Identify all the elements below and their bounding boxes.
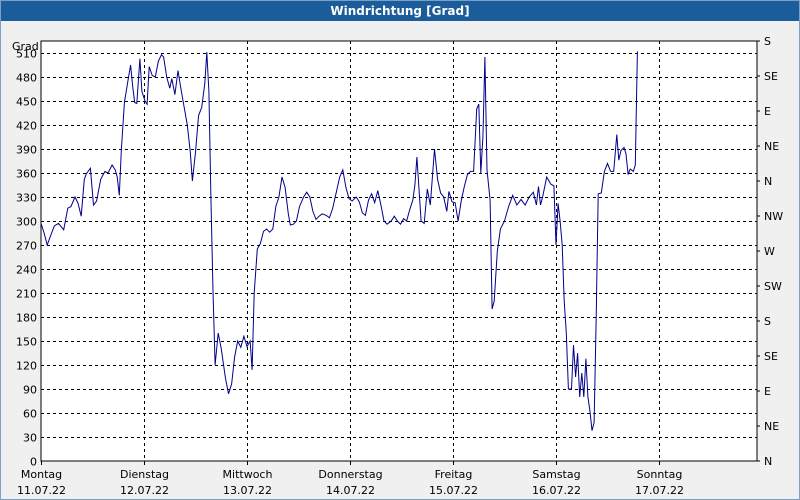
- x-tick-day: Montag: [21, 468, 62, 481]
- y-tick-label: 30: [23, 432, 37, 445]
- y-tick-label: 390: [16, 144, 37, 157]
- x-tick-date: 13.07.22: [223, 484, 272, 497]
- y-tick-label: 360: [16, 168, 37, 181]
- x-tick-day: Donnerstag: [318, 468, 382, 481]
- right-tick-label: S: [764, 315, 771, 328]
- y-tick-label: 120: [16, 360, 37, 373]
- x-tick-day: Samstag: [532, 468, 580, 481]
- y-tick-label: 420: [16, 120, 37, 133]
- y-tick-label: 60: [23, 408, 37, 421]
- y-tick-label: 330: [16, 192, 37, 205]
- y-tick-label: 90: [23, 384, 37, 397]
- y-tick-label: 300: [16, 216, 37, 229]
- right-tick-label: E: [764, 385, 771, 398]
- x-tick-date: 14.07.22: [326, 484, 375, 497]
- right-tick-label: N: [764, 455, 772, 468]
- right-tick-label: SE: [764, 70, 778, 83]
- right-tick-label: NE: [764, 420, 779, 433]
- y-tick-label: 240: [16, 264, 37, 277]
- right-tick-label: N: [764, 175, 772, 188]
- y-tick-label: 0: [30, 456, 37, 469]
- x-tick-date: 11.07.22: [17, 484, 66, 497]
- right-tick-label: W: [764, 245, 775, 258]
- y-axis-ticks: 0 30 60 90 120 150 180 210 240 270 300 330 360 390 420…: [16, 48, 37, 469]
- x-tick-day: Sonntag: [637, 468, 683, 481]
- plot-area: [40, 40, 758, 462]
- y-tick-label: 150: [16, 336, 37, 349]
- y-tick-label: 210: [16, 288, 37, 301]
- right-tick-label: S: [764, 35, 771, 48]
- right-tick-label: E: [764, 105, 771, 118]
- right-tick-label: NE: [764, 140, 779, 153]
- y-axis-label: Grad: [12, 40, 39, 53]
- y-tick-label: 180: [16, 312, 37, 325]
- wind-direction-chart: 0 30 60 90 120 150 180 210 240 270 300 330 360 390 420…: [12, 35, 783, 497]
- y-tick-label: 450: [16, 96, 37, 109]
- x-tick-date: 16.07.22: [532, 484, 581, 497]
- x-tick-date: 17.07.22: [635, 484, 684, 497]
- right-tick-label: SW: [764, 280, 782, 293]
- x-tick-day: Dienstag: [120, 468, 169, 481]
- right-tick-label: SE: [764, 350, 778, 363]
- y-tick-label: 480: [16, 72, 37, 85]
- right-tick-label: NW: [764, 210, 783, 223]
- x-tick-date: 15.07.22: [429, 484, 478, 497]
- right-axis-ticks: N NE E SE S SW W NW N NE E SE S: [757, 35, 783, 468]
- y-tick-label: 270: [16, 240, 37, 253]
- x-axis-ticks: Montag 11.07.22 Dienstag 12.07.22 Mittwoch 13…: [17, 461, 684, 497]
- x-tick-day: Mittwoch: [223, 468, 273, 481]
- x-tick-date: 12.07.22: [120, 484, 169, 497]
- x-tick-day: Freitag: [435, 468, 473, 481]
